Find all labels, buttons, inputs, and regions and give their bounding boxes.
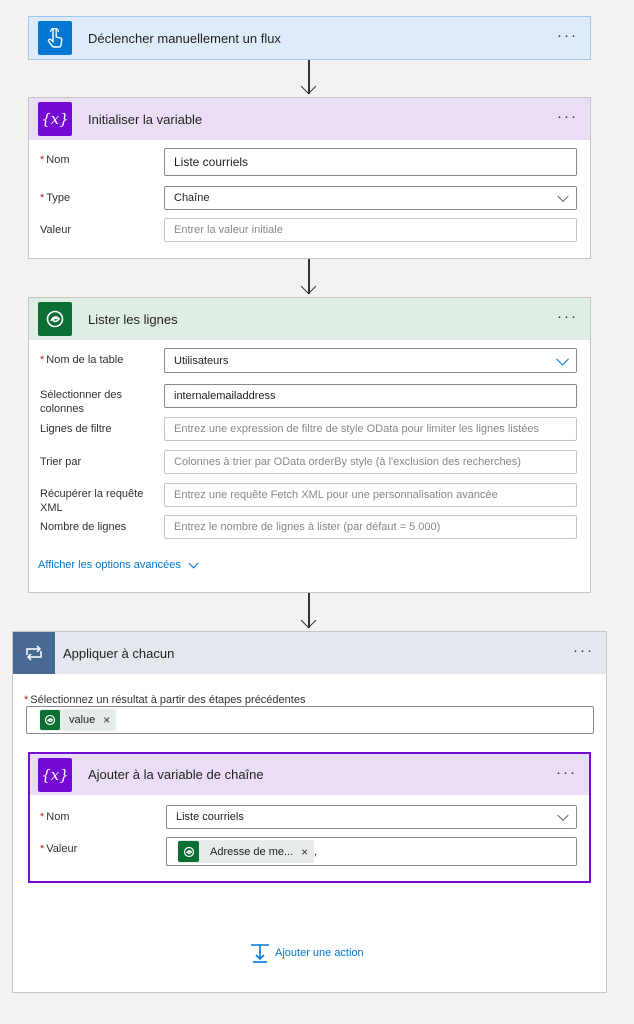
type-label: * Type bbox=[40, 192, 71, 204]
select-columns-label: Sélectionner des colonnes bbox=[40, 389, 122, 415]
value-token-label: value bbox=[69, 714, 96, 726]
initialize-variable-header[interactable]: {x} Initialiser la variable ··· bbox=[29, 98, 590, 140]
initialize-variable-card: {x} Initialiser la variable ··· * Nom Lis… bbox=[28, 97, 591, 259]
chevron-down-icon bbox=[556, 352, 569, 366]
remove-token-icon[interactable]: × bbox=[301, 845, 308, 859]
connector-arrow bbox=[300, 593, 318, 631]
apply-to-each-card: Appliquer à chacun ··· * Sélectionnez un … bbox=[12, 631, 607, 993]
append-string-variable-header[interactable]: {x} Ajouter à la variable de chaîne ··· bbox=[30, 754, 589, 795]
filter-rows-label: Lignes de filtre bbox=[40, 423, 112, 435]
row-count-input[interactable]: Entrez le nombre de lignes à lister (par… bbox=[164, 515, 577, 539]
chevron-down-icon bbox=[188, 558, 199, 568]
add-action-label: Ajouter une action bbox=[275, 947, 364, 959]
value-label: Valeur bbox=[40, 224, 71, 236]
connector-arrow bbox=[300, 259, 318, 297]
hand-touch-icon bbox=[38, 21, 72, 55]
select-columns-input[interactable]: internalemailaddress bbox=[164, 384, 577, 408]
email-address-token[interactable]: Adresse de me... × bbox=[178, 840, 315, 863]
value-token[interactable]: value × bbox=[40, 709, 117, 731]
more-options-icon[interactable]: ··· bbox=[557, 309, 578, 324]
variable-icon: {x} bbox=[38, 102, 72, 136]
trigger-title: Déclencher manuellement un flux bbox=[88, 30, 281, 46]
select-output-label: * Sélectionnez un résultat à partir des é… bbox=[24, 694, 306, 706]
fetch-xml-input[interactable]: Entrez une requête Fetch XML pour une pe… bbox=[164, 483, 577, 507]
append-string-variable-title: Ajouter à la variable de chaîne bbox=[88, 767, 264, 782]
apply-to-each-title: Appliquer à chacun bbox=[63, 645, 175, 661]
value-input[interactable]: Entrer la valeur initiale bbox=[164, 218, 577, 242]
variable-icon-text: {x} bbox=[41, 765, 69, 784]
row-count-label: Nombre de lignes bbox=[40, 521, 127, 533]
chevron-down-icon bbox=[557, 809, 569, 822]
more-options-icon[interactable]: ··· bbox=[557, 28, 578, 43]
more-options-icon[interactable]: ··· bbox=[557, 109, 578, 124]
dataverse-icon bbox=[178, 841, 199, 862]
list-rows-title: Lister les lignes bbox=[88, 311, 178, 327]
remove-token-icon[interactable]: × bbox=[103, 713, 110, 727]
more-options-icon[interactable]: ··· bbox=[556, 765, 577, 780]
trailing-comma: , bbox=[314, 846, 318, 858]
add-action-icon bbox=[250, 943, 270, 963]
filter-rows-input[interactable]: Entrez une expression de filtre de style… bbox=[164, 417, 577, 441]
name-dropdown[interactable]: Liste courriels bbox=[166, 805, 577, 829]
loop-icon bbox=[13, 632, 55, 674]
add-action-button[interactable]: Ajouter une action bbox=[250, 943, 364, 963]
email-address-token-label: Adresse de me... bbox=[210, 845, 294, 858]
show-advanced-options-link[interactable]: Afficher les options avancées bbox=[38, 558, 199, 571]
chevron-down-icon bbox=[557, 190, 569, 203]
sort-by-input[interactable]: Colonnes à trier par OData orderBy style… bbox=[164, 450, 577, 474]
list-rows-card: Lister les lignes ··· * Nom de la table U… bbox=[28, 297, 591, 593]
variable-icon: {x} bbox=[38, 757, 72, 792]
table-name-dropdown[interactable]: Utilisateurs bbox=[164, 348, 577, 373]
trigger-header[interactable]: Déclencher manuellement un flux ··· bbox=[29, 17, 590, 59]
connector-arrow bbox=[300, 60, 318, 97]
dataverse-icon bbox=[38, 302, 72, 336]
initialize-variable-title: Initialiser la variable bbox=[88, 111, 203, 127]
value-label: * Valeur bbox=[40, 843, 78, 855]
variable-icon-text: {x} bbox=[41, 110, 69, 128]
apply-to-each-header[interactable]: Appliquer à chacun ··· bbox=[13, 632, 606, 674]
trigger-card[interactable]: Déclencher manuellement un flux ··· bbox=[28, 16, 591, 60]
value-input[interactable]: Adresse de me... × , bbox=[166, 837, 577, 866]
sort-by-label: Trier par bbox=[40, 456, 82, 468]
name-label: * Nom bbox=[40, 811, 70, 823]
dataverse-icon bbox=[40, 710, 60, 730]
type-dropdown[interactable]: Chaîne bbox=[164, 186, 577, 210]
table-name-label: * Nom de la table bbox=[40, 354, 124, 366]
more-options-icon[interactable]: ··· bbox=[573, 643, 594, 658]
append-string-variable-card: {x} Ajouter à la variable de chaîne ··· … bbox=[28, 752, 591, 883]
fetch-xml-label: Récupérer la requête XML bbox=[40, 488, 144, 514]
list-rows-header[interactable]: Lister les lignes ··· bbox=[29, 298, 590, 340]
name-label: * Nom bbox=[40, 154, 70, 166]
name-field[interactable]: Liste courriels bbox=[164, 148, 577, 176]
select-output-input[interactable]: value × bbox=[26, 706, 594, 734]
